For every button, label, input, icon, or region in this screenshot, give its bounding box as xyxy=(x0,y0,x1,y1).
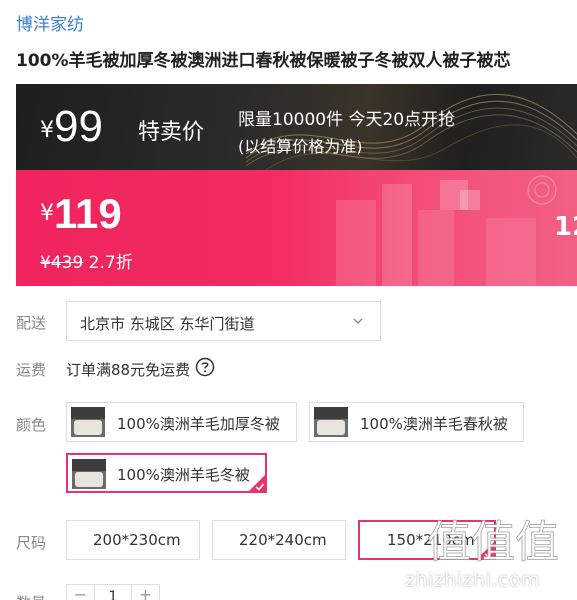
flash-currency: ¥ xyxy=(40,118,54,143)
flash-sale-bar: ¥99 特卖价 限量10000件 今天20点开抢 (以结算价格为准) xyxy=(16,84,577,170)
watermark-logo: 值值值 xyxy=(427,517,560,565)
size-option-220x240[interactable]: 220*240cm xyxy=(212,520,346,560)
color-option-thick-winter[interactable]: 100%澳洲羊毛加厚冬被 xyxy=(66,402,297,442)
price-banner: ¥99 特卖价 限量10000件 今天20点开抢 (以结算价格为准) ¥119 … xyxy=(16,84,577,286)
current-price: ¥119 xyxy=(40,190,122,238)
shop-name[interactable]: 博洋家纺 xyxy=(16,10,84,35)
help-icon[interactable] xyxy=(195,357,215,377)
watermark-logo-text: 值值值 xyxy=(427,517,559,565)
size-label: 尺码 xyxy=(16,534,47,552)
color-option-label: 100%澳洲羊毛加厚冬被 xyxy=(117,415,280,433)
flash-info-limit: 限量10000件 今天20点开抢 xyxy=(238,110,456,130)
color-option-spring-autumn[interactable]: 100%澳洲羊毛春秋被 xyxy=(309,402,524,442)
watermark-site: zhizhizhi.com xyxy=(405,569,541,591)
current-price-bar: ¥119 ¥439 2.7折 12 xyxy=(16,170,577,286)
delivery-address-value: 北京市 东城区 东华门街道 xyxy=(80,315,255,333)
original-price: ¥439 xyxy=(40,253,84,273)
shipping-text: 订单满88元免运费 xyxy=(66,361,191,379)
chevron-down-icon xyxy=(353,318,363,324)
discount-rate: 2.7折 xyxy=(88,253,133,273)
flash-info-note: (以结算价格为准) xyxy=(238,137,363,156)
building-decoration xyxy=(336,175,557,286)
color-label: 颜色 xyxy=(16,416,47,434)
quantity-decrease-button[interactable]: − xyxy=(67,585,95,600)
product-title: 100%羊毛被加厚冬被澳洲进口春秋被保暖被子冬被双人被子被芯 xyxy=(16,51,511,71)
size-option-label: 220*240cm xyxy=(239,531,327,549)
flash-price-value: 99 xyxy=(54,102,103,151)
color-option-label: 100%澳洲羊毛冬被 xyxy=(117,466,250,484)
quantity-increase-button[interactable]: + xyxy=(131,585,159,600)
product-thumbnail xyxy=(72,459,106,489)
quantity-stepper[interactable]: − 1 + xyxy=(66,584,160,600)
delivery-label: 配送 xyxy=(16,314,47,332)
shipping-label: 运费 xyxy=(16,361,47,379)
delivery-address-select[interactable]: 北京市 东城区 东华门街道 xyxy=(66,301,381,341)
color-option-label: 100%澳洲羊毛春秋被 xyxy=(360,415,508,433)
size-option-label: 200*230cm xyxy=(93,531,181,549)
banner-side-text: 12 xyxy=(554,212,577,242)
quantity-input[interactable]: 1 xyxy=(95,589,131,600)
price-currency: ¥ xyxy=(40,201,54,226)
flash-price: ¥99 xyxy=(40,102,103,152)
selected-check-icon xyxy=(248,474,266,492)
original-price-line: ¥439 2.7折 xyxy=(40,248,133,273)
quantity-label: 数量 xyxy=(16,592,46,600)
flash-label: 特卖价 xyxy=(138,120,205,145)
product-thumbnail xyxy=(71,407,105,437)
product-thumbnail xyxy=(314,407,348,437)
size-option-200x230[interactable]: 200*230cm xyxy=(66,520,200,560)
price-value: 119 xyxy=(54,190,122,237)
color-option-winter[interactable]: 100%澳洲羊毛冬被 xyxy=(66,453,267,493)
